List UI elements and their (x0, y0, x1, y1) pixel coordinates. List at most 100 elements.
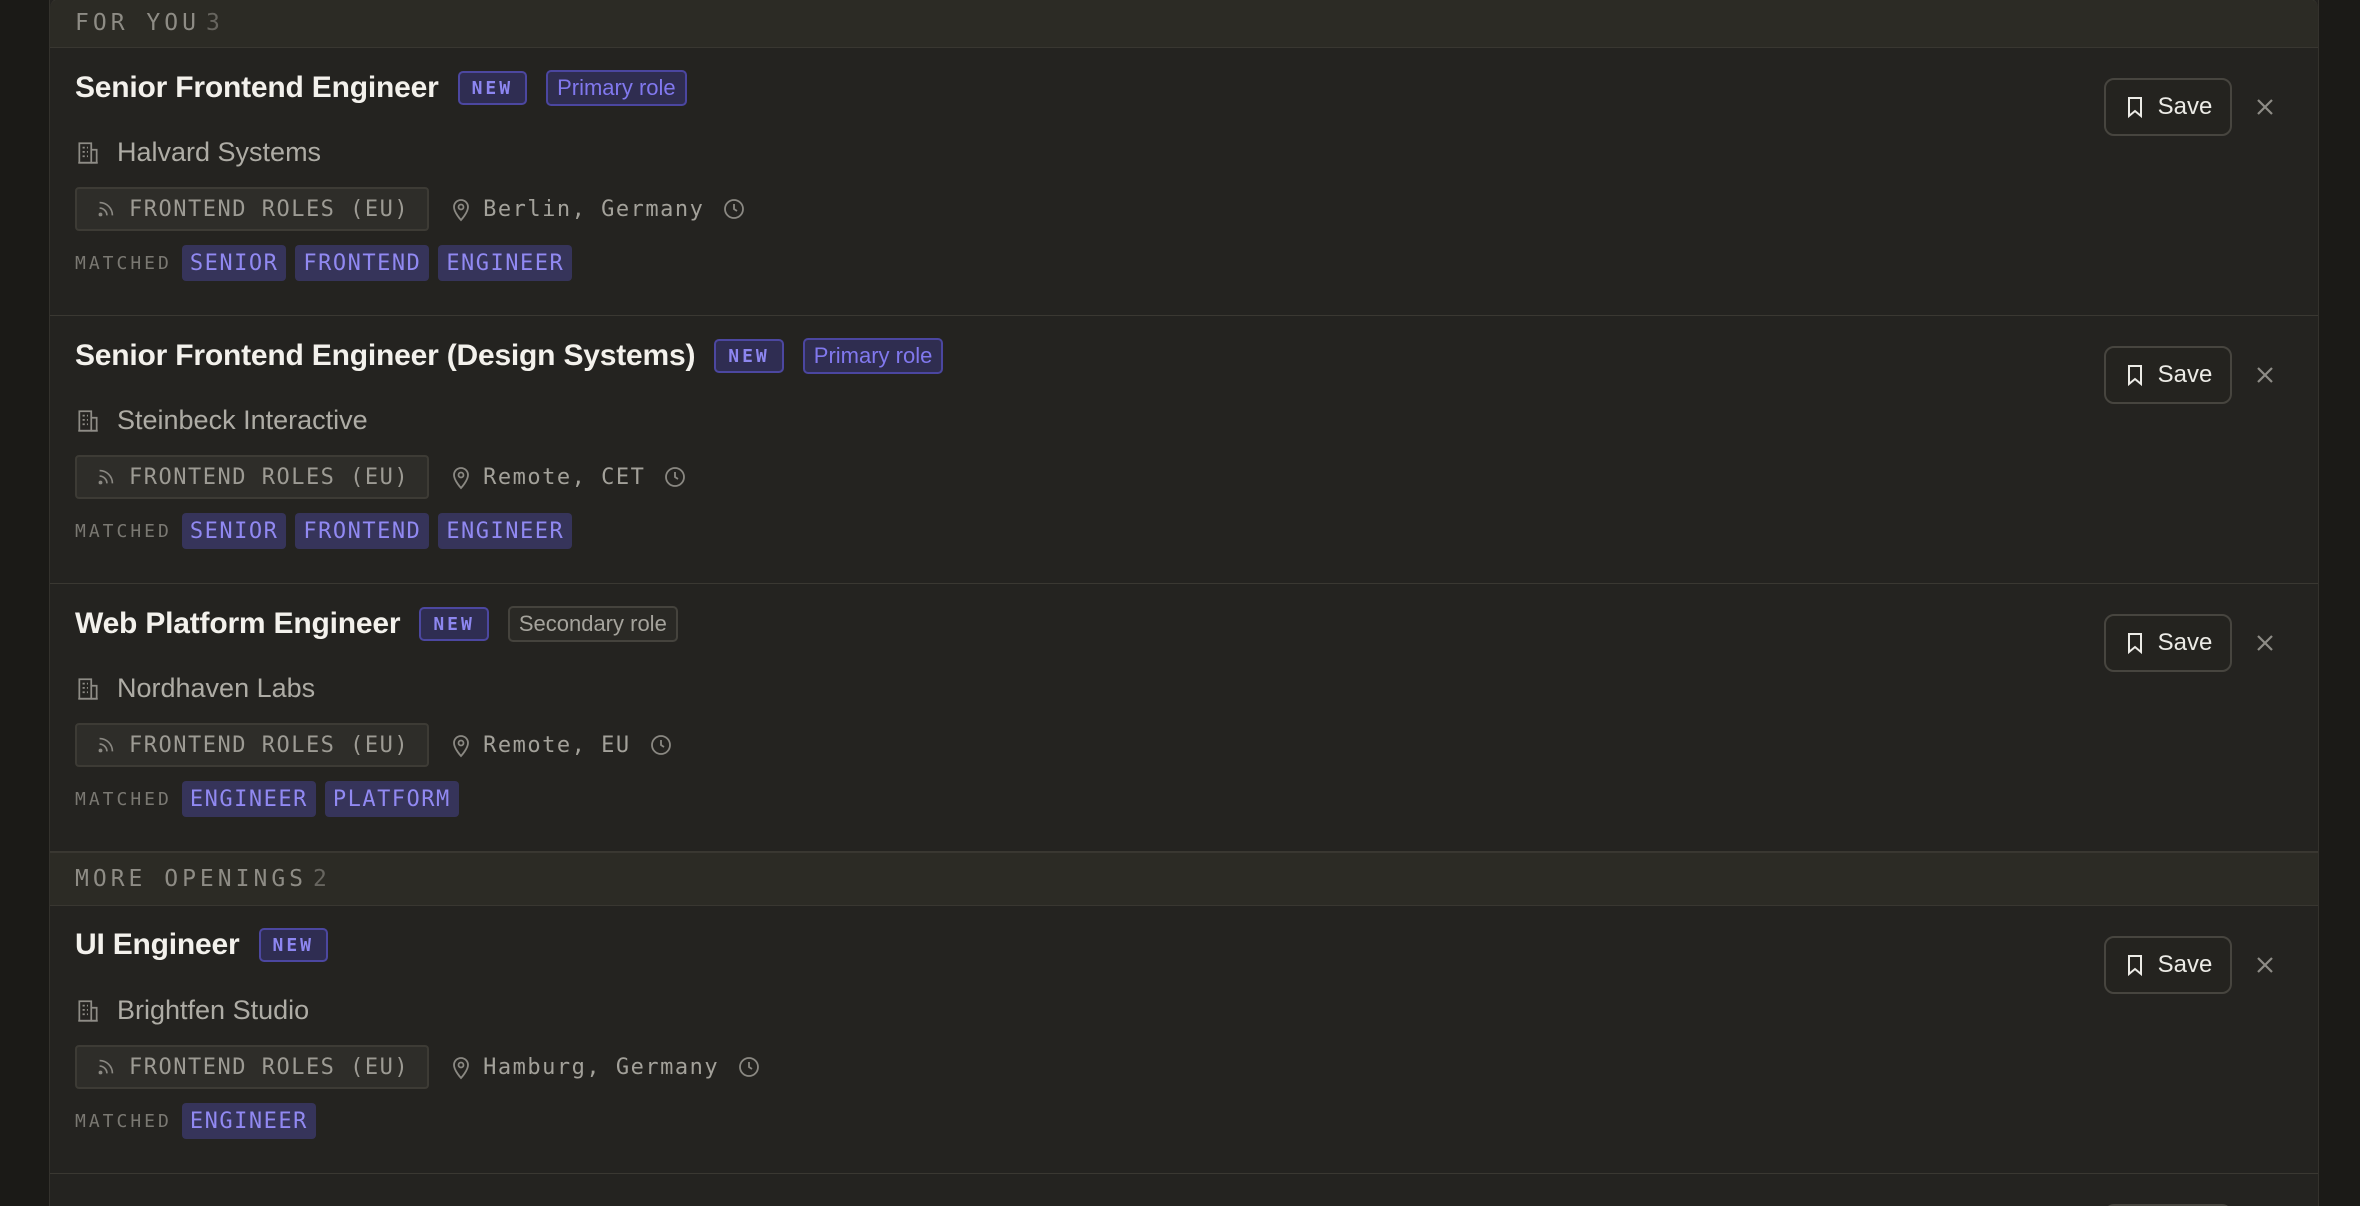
company-row: Nordhaven Labs (75, 673, 315, 704)
location-text: Hamburg, Germany (483, 1054, 720, 1080)
feed-label: FRONTEND ROLES (EU) (129, 1054, 410, 1080)
section-header-more-openings: MORE OPENINGS 2 (50, 852, 2318, 906)
close-icon[interactable] (2251, 951, 2279, 979)
keyword-tag: FRONTEND (295, 513, 430, 549)
map-pin-icon (453, 1057, 470, 1080)
job-card[interactable] (50, 1174, 2318, 1206)
save-label: Save (2157, 629, 2213, 656)
matched-label: MATCHED (75, 1110, 172, 1132)
bookmark-icon (2127, 365, 2142, 387)
job-title[interactable]: Senior Frontend Engineer (75, 71, 439, 105)
clock-icon (739, 1057, 759, 1077)
company-name[interactable]: Halvard Systems (117, 137, 321, 168)
section-count: 3 (205, 10, 220, 36)
new-badge: NEW (457, 71, 528, 105)
clock-icon (650, 735, 671, 755)
feed-chip[interactable]: FRONTEND ROLES (EU) (75, 1045, 430, 1089)
map-pin-icon (453, 467, 470, 490)
matched-keywords-row: MATCHED SENIOR FRONTEND ENGINEER (75, 513, 581, 549)
section-label: FOR YOU (75, 10, 200, 36)
job-title[interactable]: Senior Frontend Engineer (Design Systems… (75, 339, 695, 373)
matched-label: MATCHED (75, 252, 172, 274)
company-row: Halvard Systems (75, 137, 321, 168)
feed-chip[interactable]: FRONTEND ROLES (EU) (75, 187, 430, 231)
keyword-tag: ENGINEER (181, 1103, 316, 1139)
keyword-tag: ENGINEER (438, 245, 573, 281)
job-title[interactable]: UI Engineer (75, 928, 240, 962)
location-text: Berlin, Germany (483, 196, 705, 222)
new-badge: NEW (419, 607, 489, 641)
close-icon[interactable] (2251, 629, 2279, 657)
job-title-row: Web Platform Engineer NEW Secondary role (75, 606, 678, 642)
job-title[interactable]: Web Platform Engineer (75, 607, 401, 641)
section-header-for-you: FOR YOU 3 (50, 0, 2318, 48)
meta-row: FRONTEND ROLES (EU) Remote, CET (75, 455, 687, 499)
building-icon (78, 141, 98, 164)
matched-label: MATCHED (75, 520, 172, 542)
matched-keywords-row: MATCHED SENIOR FRONTEND ENGINEER (75, 245, 581, 281)
building-icon (78, 409, 98, 432)
meta-row: FRONTEND ROLES (EU) Remote, EU (75, 723, 673, 767)
job-card[interactable]: UI Engineer NEW Brightfen Studio FRONTEN… (50, 906, 2318, 1174)
feed-chip[interactable]: FRONTEND ROLES (EU) (75, 455, 430, 499)
job-card[interactable]: Web Platform Engineer NEW Secondary role… (50, 584, 2318, 852)
keyword-tag: SENIOR (181, 513, 287, 549)
rss-icon (98, 201, 114, 217)
job-card[interactable]: Senior Frontend Engineer (Design Systems… (50, 316, 2318, 584)
feed-label: FRONTEND ROLES (EU) (129, 732, 410, 758)
job-title-row: UI Engineer NEW (75, 928, 329, 962)
job-title-row: Senior Frontend Engineer (Design Systems… (75, 338, 944, 374)
feed-label: FRONTEND ROLES (EU) (129, 196, 410, 222)
matched-keywords-row: MATCHED ENGINEER (75, 1103, 325, 1139)
role-badge: Primary role (546, 70, 687, 106)
close-icon[interactable] (2251, 361, 2279, 389)
keyword-tag: ENGINEER (438, 513, 573, 549)
save-button[interactable]: Save (2104, 78, 2232, 136)
role-badge: Primary role (802, 338, 944, 374)
keyword-tag: ENGINEER (181, 781, 316, 817)
matched-label: MATCHED (75, 788, 172, 810)
section-count: 2 (313, 866, 327, 892)
rss-icon (98, 469, 114, 485)
rss-icon (98, 1059, 114, 1075)
role-badge: Secondary role (507, 606, 678, 642)
bookmark-icon (2127, 633, 2142, 655)
map-pin-icon (453, 199, 470, 222)
clock-icon (665, 467, 686, 487)
save-button[interactable]: Save (2104, 346, 2232, 404)
save-button[interactable]: Save (2104, 614, 2232, 672)
save-button[interactable]: Save (2104, 936, 2232, 994)
meta-row: FRONTEND ROLES (EU) Berlin, Germany (75, 187, 746, 231)
map-pin-icon (453, 735, 470, 758)
save-label: Save (2157, 93, 2213, 120)
save-label: Save (2157, 951, 2213, 978)
building-icon (78, 999, 98, 1022)
matched-keywords-row: MATCHED ENGINEER PLATFORM (75, 781, 468, 817)
feed-chip[interactable]: FRONTEND ROLES (EU) (75, 723, 430, 767)
keyword-tag: PLATFORM (324, 781, 459, 817)
company-name[interactable]: Steinbeck Interactive (117, 405, 368, 436)
keyword-tag: SENIOR (181, 245, 287, 281)
job-card[interactable]: Senior Frontend Engineer NEW Primary rol… (50, 48, 2318, 316)
keyword-tag: FRONTEND (295, 245, 430, 281)
job-title-row: Senior Frontend Engineer NEW Primary rol… (75, 70, 687, 106)
save-label: Save (2157, 361, 2213, 388)
company-row: Steinbeck Interactive (75, 405, 368, 436)
bookmark-icon (2127, 97, 2142, 119)
location-text: Remote, EU (483, 732, 631, 758)
building-icon (78, 677, 98, 700)
section-label: MORE OPENINGS (75, 866, 308, 892)
feed-label: FRONTEND ROLES (EU) (129, 464, 410, 490)
location-text: Remote, CET (483, 464, 646, 490)
new-badge: NEW (714, 339, 784, 373)
bookmark-icon (2127, 955, 2142, 977)
new-badge: NEW (258, 928, 329, 962)
close-icon[interactable] (2251, 93, 2279, 121)
company-row: Brightfen Studio (75, 995, 309, 1026)
meta-row: FRONTEND ROLES (EU) Hamburg, Germany (75, 1045, 761, 1089)
job-feed-panel: FOR YOU 3 Senior Frontend Engineer NEW P… (49, 0, 2319, 1206)
clock-icon (724, 199, 745, 219)
company-name[interactable]: Nordhaven Labs (117, 673, 315, 704)
company-name[interactable]: Brightfen Studio (117, 995, 309, 1026)
rss-icon (98, 737, 114, 753)
